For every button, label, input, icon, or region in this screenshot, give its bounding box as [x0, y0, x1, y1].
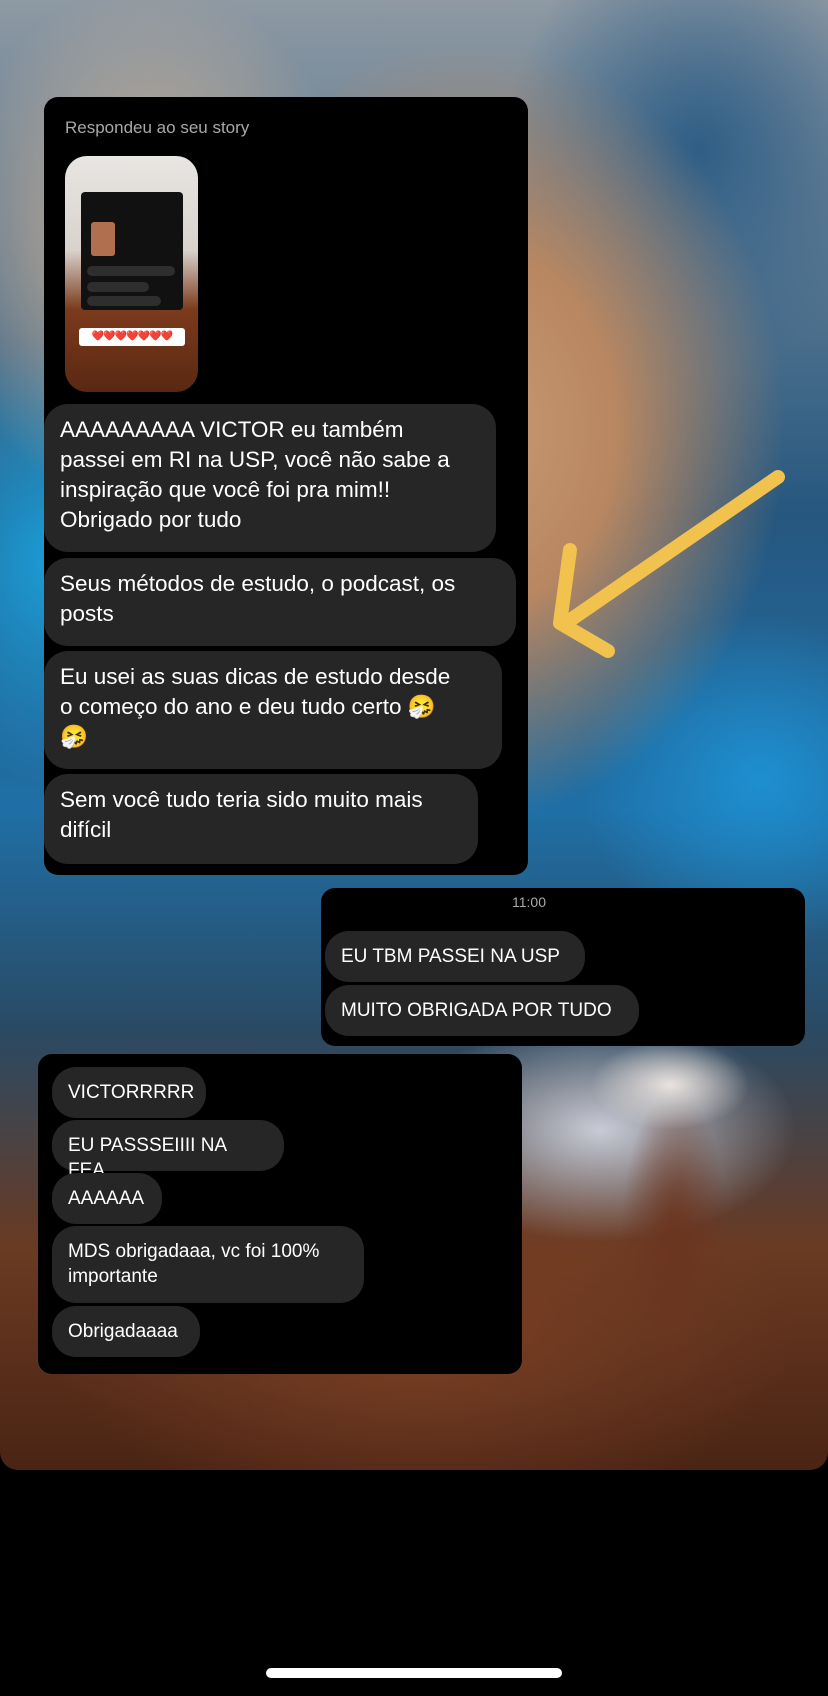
message-bubble[interactable]: Eu usei as suas dicas de estudo desde o … [44, 651, 502, 769]
arrow-annotation-icon [553, 470, 785, 658]
story-reply-label: Respondeu ao seu story [65, 118, 250, 137]
message-bubble[interactable]: VICTORRRRR [52, 1067, 206, 1118]
thumb-bubble [87, 296, 161, 306]
message-bubble[interactable]: AAAAAAAAA VICTOR eu também passei em RI … [44, 404, 496, 552]
thumb-image [91, 222, 115, 256]
thumb-bubble [87, 282, 149, 292]
message-bubble[interactable]: EU PASSSEIIII NA FEA [52, 1120, 284, 1181]
home-indicator[interactable] [266, 1668, 562, 1678]
cat-tail [620, 1090, 730, 1390]
message-bubble[interactable]: Obrigadaaaa [52, 1306, 200, 1357]
thumb-dm-screen [81, 192, 183, 310]
message-bubble[interactable]: MDS obrigadaaa, vc foi 100% importante [52, 1226, 364, 1303]
sent-message-bubble[interactable]: MUITO OBRIGADA POR TUDO [325, 985, 639, 1036]
story-thumbnail[interactable]: ❤️❤️❤️❤️❤️❤️❤️ [65, 156, 198, 392]
sent-message-bubble[interactable]: EU TBM PASSEI NA USP [325, 931, 585, 982]
timestamp: 11:00 [512, 894, 546, 910]
thumb-bubble [87, 266, 175, 276]
cat-paw [590, 1040, 750, 1130]
message-bubble[interactable]: AAAAAA [52, 1173, 162, 1224]
thumb-hearts: ❤️❤️❤️❤️❤️❤️❤️ [79, 328, 185, 346]
message-bubble[interactable]: Sem você tudo teria sido muito mais difí… [44, 774, 478, 864]
message-bubble[interactable]: Seus métodos de estudo, o podcast, os po… [44, 558, 516, 646]
